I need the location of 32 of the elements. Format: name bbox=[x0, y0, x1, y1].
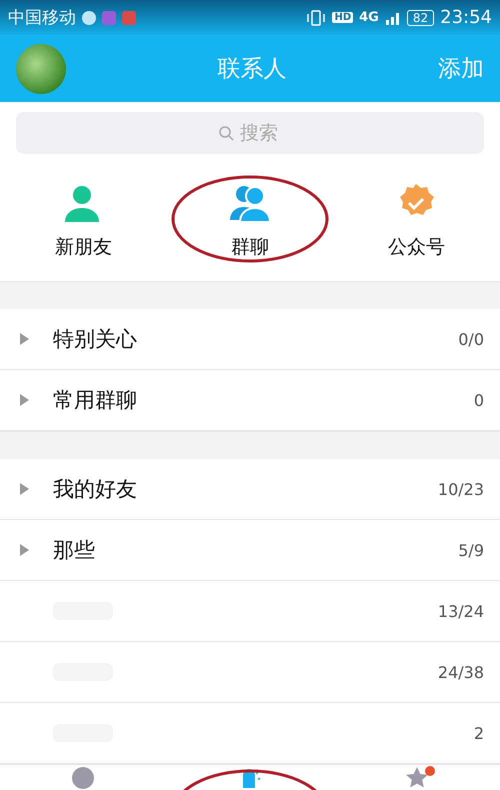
shortcut-button[interactable]: 群聊 bbox=[184, 160, 315, 281]
notification-icon bbox=[82, 10, 96, 24]
person-icon[interactable] bbox=[71, 766, 96, 790]
group-count: 0/0 bbox=[458, 330, 484, 348]
carrier-name: 中国移动 bbox=[8, 7, 76, 29]
hd-label: HD bbox=[332, 12, 354, 23]
page-title: 联系人 bbox=[216, 55, 288, 84]
contact-group-row[interactable]: 2 bbox=[0, 703, 500, 764]
group-count: 0 bbox=[474, 390, 484, 410]
battery-level: 82 bbox=[406, 10, 434, 26]
notification-icon bbox=[122, 10, 136, 24]
search-field[interactable]: 搜索 bbox=[16, 112, 484, 154]
avatar-photo[interactable] bbox=[16, 44, 66, 94]
network-label: 4G bbox=[359, 10, 379, 25]
contact-group-row[interactable]: 那些 5/9 bbox=[0, 520, 500, 581]
group-count: 13/24 bbox=[438, 602, 484, 620]
contact-group-row[interactable]: 特别关心 0/0 bbox=[0, 309, 500, 370]
search-icon bbox=[218, 125, 234, 141]
group-count: 2 bbox=[474, 724, 484, 742]
shortcut-button[interactable]: 新朋友 bbox=[18, 160, 148, 281]
group-count: 10/23 bbox=[438, 480, 484, 498]
contact-group-row[interactable]: 我的好友 10/23 bbox=[0, 459, 500, 520]
vibrate-icon bbox=[306, 10, 326, 26]
notification-icon bbox=[102, 10, 116, 24]
contact-group-row[interactable]: 24/38 bbox=[0, 642, 500, 703]
clock-time: 23:54 bbox=[440, 7, 492, 28]
group-count: 24/38 bbox=[438, 662, 484, 682]
contact-group-row[interactable]: 13/24 bbox=[0, 581, 500, 642]
group-count: 5/9 bbox=[458, 540, 484, 560]
shortcut-button[interactable]: 公众号 bbox=[352, 160, 482, 281]
star-icon[interactable] bbox=[404, 766, 429, 790]
signal-icon bbox=[384, 10, 401, 24]
